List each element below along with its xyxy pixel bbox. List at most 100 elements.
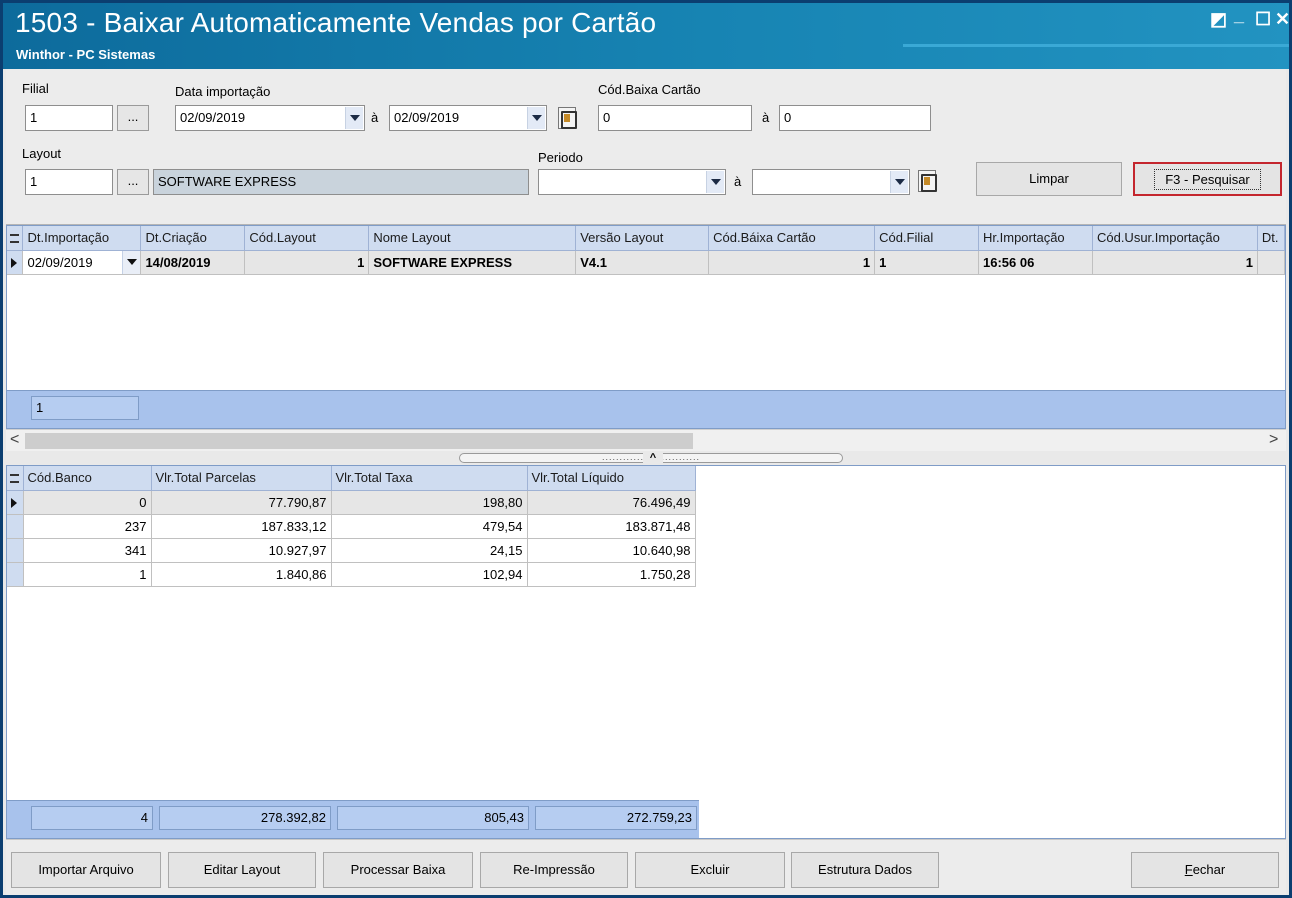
col-versao-layout[interactable]: Versão Layout	[575, 226, 710, 251]
layout-input[interactable]: 1	[25, 169, 113, 195]
column-chooser[interactable]	[7, 466, 24, 491]
col-cod-filial[interactable]: Cód.Filial	[874, 226, 980, 251]
limpar-button[interactable]: Limpar	[976, 162, 1122, 196]
importacoes-grid[interactable]: Dt.Importação Dt.Criação Cód.Layout Nome…	[6, 225, 1286, 429]
col-vlr-total-taxa[interactable]: Vlr.Total Taxa	[331, 466, 528, 491]
cell-vlr-total-taxa[interactable]: 479,54	[331, 514, 528, 539]
cell-dt-criacao[interactable]: 14/08/2019	[140, 250, 246, 275]
filial-lookup-button[interactable]: ...	[117, 105, 149, 131]
row-indicator	[7, 490, 24, 515]
cell-cod-filial[interactable]: 1	[874, 250, 980, 275]
col-dt[interactable]: Dt.	[1257, 226, 1286, 251]
col-hr-importacao[interactable]: Hr.Importação	[978, 226, 1093, 251]
chevron-down-icon[interactable]	[345, 107, 363, 129]
panel-splitter[interactable]: ............................ ^	[6, 451, 1286, 465]
reimpressao-button[interactable]: Re-Impressão	[480, 852, 628, 888]
chevron-down-icon[interactable]	[122, 250, 140, 273]
application-window: 1503 - Baixar Automaticamente Vendas por…	[0, 0, 1292, 898]
table-row[interactable]: 341 10.927,97 24,15 10.640,98	[7, 538, 696, 563]
data-importacao-ini-input[interactable]: 02/09/2019	[175, 105, 365, 131]
cell-vlr-total-parcelas[interactable]: 10.927,97	[151, 538, 332, 563]
editar-layout-button[interactable]: Editar Layout	[168, 852, 316, 888]
maximize-icon[interactable]: ☐	[1255, 9, 1271, 30]
periodo-ini-select[interactable]	[538, 169, 726, 195]
cell-cod-baixa-cartao[interactable]: 1	[708, 250, 876, 275]
ate-label: à	[371, 110, 379, 125]
cell-vlr-total-parcelas[interactable]: 187.833,12	[151, 514, 332, 539]
cod-baixa-ini-input[interactable]: 0	[598, 105, 752, 131]
row-indicator	[7, 514, 24, 539]
scrollbar-thumb[interactable]	[25, 433, 693, 449]
table-row[interactable]: 02/09/2019 14/08/2019 1 SOFTWARE EXPRESS…	[7, 250, 1286, 275]
collapse-up-icon[interactable]: ^	[643, 452, 663, 464]
close-icon[interactable]: ✕	[1275, 9, 1290, 30]
column-chooser[interactable]	[7, 226, 24, 251]
footer-count: 1	[31, 396, 139, 420]
cell-vlr-total-liquido[interactable]: 76.496,49	[527, 490, 696, 515]
cell-hr-importacao[interactable]: 16:56 06	[978, 250, 1093, 275]
cell-nome-layout[interactable]: SOFTWARE EXPRESS	[368, 250, 577, 275]
cell-vlr-total-liquido[interactable]: 1.750,28	[527, 562, 696, 587]
cell-cod-banco[interactable]: 237	[23, 514, 152, 539]
restore-icon[interactable]: ◩	[1210, 9, 1227, 30]
data-importacao-fim-input[interactable]: 02/09/2019	[389, 105, 547, 131]
cell-vlr-total-taxa[interactable]: 24,15	[331, 538, 528, 563]
chevron-down-icon[interactable]	[706, 171, 724, 193]
cell-dt[interactable]	[1257, 250, 1286, 275]
processar-baixa-button[interactable]: Processar Baixa	[323, 852, 473, 888]
cell-cod-banco[interactable]: 0	[23, 490, 152, 515]
col-vlr-total-parcelas[interactable]: Vlr.Total Parcelas	[151, 466, 332, 491]
cell-cod-layout[interactable]: 1	[244, 250, 370, 275]
fechar-button[interactable]: Fechar	[1131, 852, 1279, 888]
column-chooser-icon	[10, 474, 19, 484]
cell-cod-banco[interactable]: 341	[23, 538, 152, 563]
col-cod-banco[interactable]: Cód.Banco	[23, 466, 152, 491]
table-row[interactable]: 0 77.790,87 198,80 76.496,49	[7, 490, 696, 515]
col-dt-criacao[interactable]: Dt.Criação	[140, 226, 246, 251]
cod-baixa-fim-input[interactable]: 0	[779, 105, 931, 131]
periodo-label: Periodo	[538, 150, 583, 165]
col-dt-importacao[interactable]: Dt.Importação	[22, 226, 142, 251]
estrutura-dados-button[interactable]: Estrutura Dados	[791, 852, 939, 888]
table-row[interactable]: 237 187.833,12 479,54 183.871,48	[7, 514, 696, 539]
title-bar[interactable]: 1503 - Baixar Automaticamente Vendas por…	[3, 3, 1290, 69]
action-bar: Importar Arquivo Editar Layout Processar…	[6, 839, 1286, 895]
calendar-icon[interactable]	[558, 107, 577, 129]
cell-vlr-total-taxa[interactable]: 102,94	[331, 562, 528, 587]
cell-vlr-total-liquido[interactable]: 183.871,48	[527, 514, 696, 539]
cell-vlr-total-liquido[interactable]: 10.640,98	[527, 538, 696, 563]
window-subtitle: Winthor - PC Sistemas	[16, 47, 156, 62]
periodo-fim-select[interactable]	[752, 169, 910, 195]
importar-arquivo-button[interactable]: Importar Arquivo	[11, 852, 161, 888]
calendar-icon[interactable]	[918, 170, 937, 192]
chevron-down-icon[interactable]	[890, 171, 908, 193]
col-cod-layout[interactable]: Cód.Layout	[244, 226, 370, 251]
scroll-left-icon[interactable]: <	[10, 431, 19, 449]
row-indicator	[7, 538, 24, 563]
bancos-grid[interactable]: Cód.Banco Vlr.Total Parcelas Vlr.Total T…	[6, 465, 1286, 839]
main-grid-footer: 1	[7, 390, 1285, 428]
filial-input[interactable]: 1	[25, 105, 113, 131]
cell-vlr-total-taxa[interactable]: 198,80	[331, 490, 528, 515]
layout-lookup-button[interactable]: ...	[117, 169, 149, 195]
ate-label-2: à	[762, 110, 770, 125]
chevron-down-icon[interactable]	[527, 107, 545, 129]
table-row[interactable]: 1 1.840,86 102,94 1.750,28	[7, 562, 696, 587]
cell-vlr-total-parcelas[interactable]: 77.790,87	[151, 490, 332, 515]
col-vlr-total-liquido[interactable]: Vlr.Total Líquido	[527, 466, 696, 491]
cell-dt-importacao[interactable]: 02/09/2019	[22, 250, 142, 275]
current-row-icon	[11, 497, 17, 508]
cell-cod-usur-importacao[interactable]: 1	[1092, 250, 1258, 275]
excluir-button[interactable]: Excluir	[635, 852, 785, 888]
cell-vlr-total-parcelas[interactable]: 1.840,86	[151, 562, 332, 587]
cell-versao-layout[interactable]: V4.1	[575, 250, 710, 275]
col-nome-layout[interactable]: Nome Layout	[368, 226, 577, 251]
pesquisar-button[interactable]: F3 - Pesquisar	[1133, 162, 1282, 196]
col-cod-baixa-cartao[interactable]: Cód.Báixa Cartão	[708, 226, 876, 251]
cod-baixa-label: Cód.Baixa Cartão	[598, 82, 701, 97]
col-cod-usur-importacao[interactable]: Cód.Usur.Importação	[1092, 226, 1258, 251]
horizontal-scrollbar[interactable]: < >	[6, 429, 1286, 451]
cell-cod-banco[interactable]: 1	[23, 562, 152, 587]
scroll-right-icon[interactable]: >	[1269, 431, 1278, 449]
minimize-icon[interactable]: _	[1234, 5, 1244, 26]
